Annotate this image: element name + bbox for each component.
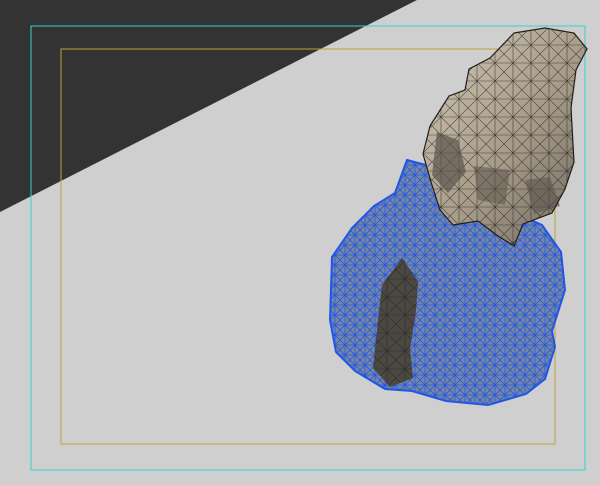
viewport-canvas[interactable] bbox=[0, 0, 600, 485]
shaded-rock-mesh[interactable] bbox=[422, 27, 588, 247]
dark-viewport-wedge bbox=[0, 0, 417, 212]
rock-peak-shadow-2 bbox=[474, 166, 510, 205]
3d-viewport[interactable] bbox=[0, 0, 600, 485]
